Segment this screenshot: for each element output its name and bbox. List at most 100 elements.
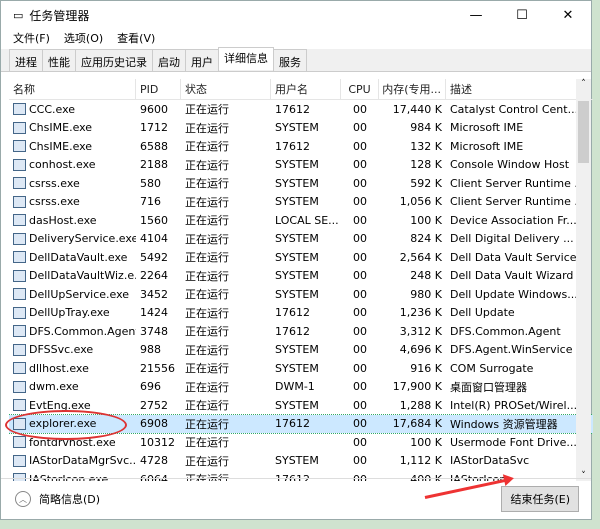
- table-row[interactable]: ChsIME.exe 1712 正在运行 SYSTEM 00 984 K Microsoft…: [9, 119, 593, 138]
- cell-text: 2,564 K: [399, 250, 442, 264]
- column-header[interactable]: PID: [136, 79, 181, 99]
- table-cell: 桌面窗口管理器: [446, 378, 578, 397]
- table-row[interactable]: fontdrvhost.exe 10312 正在运行 00 100 K Usermode …: [9, 433, 593, 452]
- table-row[interactable]: dasHost.exe 1560 正在运行 LOCAL SE... 00 100 K Dev…: [9, 211, 593, 230]
- table-row[interactable]: csrss.exe 716 正在运行 SYSTEM 00 1,056 K Client Se…: [9, 193, 593, 212]
- column-header[interactable]: 名称: [9, 79, 136, 99]
- cell-text: IAStorDataMgrSvc....: [29, 454, 136, 468]
- table-cell: 正在运行: [181, 248, 271, 267]
- column-header[interactable]: CPU: [341, 79, 379, 99]
- cell-text: DFS.Agent.WinService: [450, 343, 573, 357]
- table-cell: conhost.exe: [9, 156, 136, 175]
- cell-text: 00: [353, 121, 367, 135]
- tab-3[interactable]: 启动: [152, 49, 186, 71]
- table-cell: 00: [341, 341, 379, 360]
- table-cell: 17612: [271, 415, 341, 434]
- scroll-up-icon[interactable]: ˄: [576, 79, 591, 89]
- table-row[interactable]: DellDataVault.exe 5492 正在运行 SYSTEM 00 2,564 K…: [9, 248, 593, 267]
- table-cell: 00: [341, 359, 379, 378]
- table-cell: 17612: [271, 304, 341, 323]
- cell-text: Dell Update: [450, 306, 515, 320]
- end-task-button[interactable]: 结束任务(E): [501, 486, 579, 512]
- table-row[interactable]: IAStorDataMgrSvc.... 4728 正在运行 SYSTEM 00 1,11…: [9, 452, 593, 471]
- menu-item[interactable]: 选项(O): [64, 30, 103, 46]
- cell-text: Device Association Fr...: [450, 213, 577, 227]
- close-button[interactable]: ✕: [545, 8, 591, 23]
- table-cell: SYSTEM: [271, 119, 341, 138]
- table-cell: 2,564 K: [379, 248, 446, 267]
- table-row[interactable]: DellUpService.exe 3452 正在运行 SYSTEM 00 980 K De…: [9, 285, 593, 304]
- table-cell: 3748: [136, 322, 181, 341]
- column-header[interactable]: 状态: [181, 79, 271, 99]
- cell-text: explorer.exe: [29, 417, 97, 431]
- tab-6[interactable]: 服务: [273, 49, 307, 71]
- table-row[interactable]: dwm.exe 696 正在运行 DWM-1 00 17,900 K 桌面窗口管理器: [9, 378, 593, 397]
- scrollbar-thumb[interactable]: [578, 101, 589, 163]
- table-row[interactable]: EvtEng.exe 2752 正在运行 SYSTEM 00 1,288 K Intel(R…: [9, 396, 593, 415]
- vertical-scrollbar[interactable]: ˄ ˅: [576, 79, 591, 481]
- column-header[interactable]: 内存(专用...: [379, 79, 446, 99]
- table-row[interactable]: DeliveryService.exe 4104 正在运行 SYSTEM 00 824 K…: [9, 230, 593, 249]
- cell-text: SYSTEM: [275, 195, 319, 209]
- cell-text: 1,112 K: [399, 454, 442, 468]
- minimize-button[interactable]: —: [453, 8, 499, 23]
- table-cell: 00: [341, 267, 379, 286]
- cell-text: 正在运行: [185, 177, 229, 191]
- table-cell: DWM-1: [271, 378, 341, 397]
- less-details-button[interactable]: ︿ 简略信息(D): [15, 491, 100, 507]
- cell-text: Microsoft IME: [450, 121, 524, 135]
- column-header[interactable]: 用户名: [271, 79, 341, 99]
- tab-2[interactable]: 应用历史记录: [75, 49, 153, 71]
- table-row[interactable]: ChsIME.exe 6588 正在运行 17612 00 132 K Microsoft …: [9, 137, 593, 156]
- table-row[interactable]: csrss.exe 580 正在运行 SYSTEM 00 592 K Client Serv…: [9, 174, 593, 193]
- table-cell: COM Surrogate: [446, 359, 578, 378]
- process-icon: [13, 325, 26, 338]
- table-row[interactable]: explorer.exe 6908 正在运行 17612 00 17,684 K Windo…: [9, 413, 593, 434]
- table-row[interactable]: DellDataVaultWiz.e... 2264 正在运行 SYSTEM 00 248…: [9, 267, 593, 286]
- menu-item[interactable]: 查看(V): [117, 30, 155, 46]
- cell-text: 132 K: [410, 139, 442, 153]
- table-row[interactable]: dllhost.exe 21556 正在运行 SYSTEM 00 916 K COM Sur…: [9, 359, 593, 378]
- table-cell: DellDataVaultWiz.e...: [9, 267, 136, 286]
- process-table: 名称 PID 状态 用户名 CPU 内存(专用... 描述 CCC.exe 9600 正在运行 17…: [9, 79, 593, 481]
- table-cell: 1,056 K: [379, 193, 446, 212]
- table-row[interactable]: DFSSvc.exe 988 正在运行 SYSTEM 00 4,696 K DFS.Agen…: [9, 341, 593, 360]
- process-icon: [13, 288, 26, 301]
- cell-text: 984 K: [410, 121, 442, 135]
- table-cell: Console Window Host: [446, 156, 578, 175]
- maximize-button[interactable]: ☐: [499, 8, 545, 23]
- process-icon: [13, 306, 26, 319]
- table-cell: 9600: [136, 100, 181, 119]
- table-cell: 正在运行: [181, 119, 271, 138]
- cell-text: 6908: [140, 417, 168, 431]
- table-row[interactable]: CCC.exe 9600 正在运行 17612 00 17,440 K Catalyst C…: [9, 100, 593, 119]
- tab-5[interactable]: 详细信息: [218, 47, 274, 70]
- tab-4[interactable]: 用户: [185, 49, 219, 71]
- cell-text: CCC.exe: [29, 102, 76, 116]
- table-cell: 00: [341, 452, 379, 471]
- table-row[interactable]: DellUpTray.exe 1424 正在运行 17612 00 1,236 K Dell…: [9, 304, 593, 323]
- footer: ︿ 简略信息(D) 结束任务(E): [1, 478, 591, 519]
- menu-item[interactable]: 文件(F): [13, 30, 50, 46]
- cell-text: 10312: [140, 435, 175, 449]
- tab-1[interactable]: 性能: [42, 49, 76, 71]
- chevron-up-icon: ︿: [15, 491, 31, 507]
- table-cell: dwm.exe: [9, 378, 136, 397]
- cell-text: 580: [140, 176, 161, 190]
- tab-0[interactable]: 进程: [9, 49, 43, 71]
- table-cell: Dell Digital Delivery ...: [446, 230, 578, 249]
- table-row[interactable]: conhost.exe 2188 正在运行 SYSTEM 00 128 K Console …: [9, 156, 593, 175]
- table-cell: SYSTEM: [271, 452, 341, 471]
- process-icon: [13, 269, 26, 282]
- cell-text: 正在运行: [185, 288, 229, 302]
- cell-text: 1712: [140, 121, 168, 135]
- task-manager-icon: ▭: [13, 8, 24, 22]
- title-bar: ▭ 任务管理器 — ☐ ✕: [1, 1, 591, 29]
- column-header[interactable]: 描述: [446, 79, 578, 99]
- table-row[interactable]: DFS.Common.Agent.... 3748 正在运行 17612 00 3,312…: [9, 322, 593, 341]
- table-cell: 10312: [136, 433, 181, 452]
- table-cell: 00: [341, 248, 379, 267]
- cell-text: 00: [353, 324, 367, 338]
- process-icon: [13, 417, 26, 430]
- table-cell: 5492: [136, 248, 181, 267]
